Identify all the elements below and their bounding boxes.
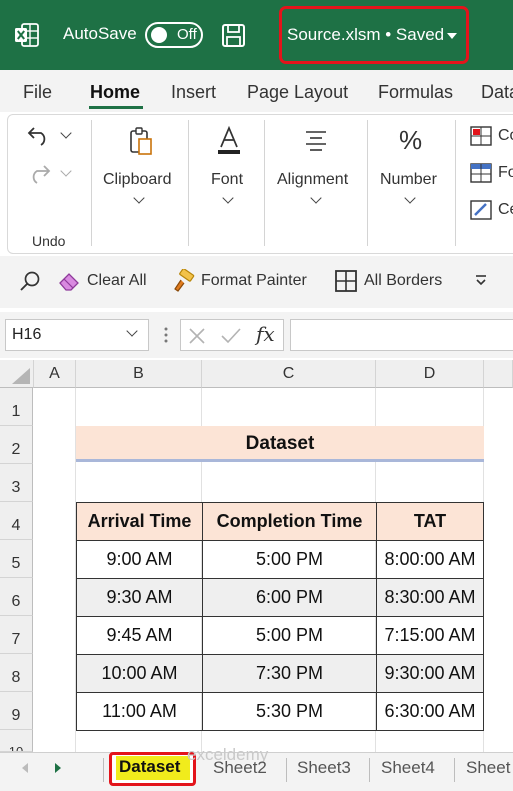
- cell-styles-icon[interactable]: [470, 200, 492, 220]
- file-name[interactable]: Source.xlsm • Saved: [287, 25, 444, 45]
- row-header-9[interactable]: 9: [0, 692, 33, 730]
- tab-page-layout[interactable]: Page Layout: [247, 82, 348, 103]
- row-header-10[interactable]: 10: [0, 730, 33, 752]
- row-header-8[interactable]: 8: [0, 654, 33, 692]
- row-header-4[interactable]: 4: [0, 502, 33, 540]
- table-cell[interactable]: 6:30:00 AM: [376, 692, 484, 731]
- tab-separator: [286, 758, 287, 782]
- conditional-formatting-label[interactable]: Co: [498, 127, 513, 145]
- clear-all-button[interactable]: Clear All: [87, 272, 147, 290]
- column-header-d[interactable]: D: [376, 360, 484, 388]
- table-cell[interactable]: 9:45 AM: [76, 616, 203, 655]
- ribbon-panel: [7, 114, 513, 254]
- row-header-5[interactable]: 5: [0, 540, 33, 578]
- cancel-icon[interactable]: [188, 327, 206, 345]
- sheet-tab-sheet5[interactable]: Sheet: [466, 758, 510, 778]
- enter-check-icon[interactable]: [220, 327, 242, 345]
- undo-group-label: Undo: [32, 233, 66, 249]
- row-header-1[interactable]: 1: [0, 388, 33, 426]
- table-cell[interactable]: 5:00 PM: [202, 540, 377, 579]
- number-label[interactable]: Number: [380, 171, 437, 189]
- table-cell[interactable]: 7:30 PM: [202, 654, 377, 693]
- tab-separator: [103, 758, 104, 782]
- autosave-state: Off: [177, 26, 197, 43]
- table-cell[interactable]: 9:30:00 AM: [376, 654, 484, 693]
- sheet-tab-sheet2[interactable]: Sheet2: [213, 758, 267, 778]
- table-header-tat[interactable]: TAT: [376, 502, 484, 541]
- alignment-label[interactable]: Alignment: [277, 171, 348, 189]
- table-cell[interactable]: 11:00 AM: [76, 692, 203, 731]
- alignment-icon[interactable]: [304, 129, 328, 151]
- table-cell[interactable]: 9:00 AM: [76, 540, 203, 579]
- tab-separator: [369, 758, 370, 782]
- format-as-table-icon[interactable]: [470, 163, 492, 183]
- table-cell[interactable]: 5:00 PM: [202, 616, 377, 655]
- tab-home[interactable]: Home: [90, 82, 140, 103]
- sheet-tab-sheet3[interactable]: Sheet3: [297, 758, 351, 778]
- table-header-completion[interactable]: Completion Time: [202, 502, 377, 541]
- customize-toolbar-icon[interactable]: [474, 274, 488, 288]
- drag-handle-icon[interactable]: [163, 325, 169, 345]
- table-cell[interactable]: 7:15:00 AM: [376, 616, 484, 655]
- tab-insert[interactable]: Insert: [171, 82, 216, 103]
- tab-file[interactable]: File: [23, 82, 52, 103]
- scroll-left-icon[interactable]: [20, 762, 30, 774]
- select-all-icon: [12, 368, 30, 384]
- chevron-down-icon[interactable]: [447, 33, 457, 39]
- table-cell[interactable]: 6:00 PM: [202, 578, 377, 617]
- conditional-formatting-icon[interactable]: [470, 126, 492, 146]
- column-header-e[interactable]: [484, 360, 513, 388]
- group-separator: [91, 120, 92, 246]
- table-cell[interactable]: 8:00:00 AM: [376, 540, 484, 579]
- column-header-b[interactable]: B: [76, 360, 202, 388]
- group-separator: [264, 120, 265, 246]
- dataset-title-cell[interactable]: Dataset: [76, 426, 484, 462]
- group-separator: [367, 120, 368, 246]
- sheet-tab-dataset[interactable]: Dataset: [119, 757, 180, 777]
- all-borders-icon[interactable]: [335, 270, 357, 292]
- scroll-right-icon[interactable]: [53, 762, 63, 774]
- cell-styles-label[interactable]: Ce: [498, 201, 513, 219]
- sheet-tab-sheet4[interactable]: Sheet4: [381, 758, 435, 778]
- select-all-corner[interactable]: [0, 360, 34, 388]
- excel-logo-icon: [15, 23, 39, 47]
- table-cell[interactable]: 5:30 PM: [202, 692, 377, 731]
- table-cell[interactable]: 9:30 AM: [76, 578, 203, 617]
- all-borders-button[interactable]: All Borders: [364, 272, 442, 290]
- active-tab-indicator: [89, 106, 143, 109]
- format-painter-icon[interactable]: [172, 269, 196, 293]
- row-header-2[interactable]: 2: [0, 426, 33, 464]
- tab-data[interactable]: Data: [481, 82, 513, 103]
- group-separator: [188, 120, 189, 246]
- row-header-3[interactable]: 3: [0, 464, 33, 502]
- tab-separator: [454, 758, 455, 782]
- autosave-label: AutoSave: [63, 24, 137, 43]
- clipboard-label[interactable]: Clipboard: [103, 171, 171, 189]
- percent-icon[interactable]: %: [399, 125, 422, 156]
- table-cell[interactable]: 8:30:00 AM: [376, 578, 484, 617]
- tab-formulas[interactable]: Formulas: [378, 82, 453, 103]
- redo-icon[interactable]: [26, 162, 52, 184]
- save-icon[interactable]: [221, 23, 246, 48]
- undo-icon[interactable]: [26, 124, 52, 146]
- format-as-table-label[interactable]: Fo: [498, 164, 513, 182]
- table-header-arrival[interactable]: Arrival Time: [76, 502, 203, 541]
- group-separator: [455, 120, 456, 246]
- formula-input[interactable]: [290, 319, 513, 351]
- column-header-a[interactable]: A: [34, 360, 76, 388]
- font-icon[interactable]: [216, 126, 242, 156]
- clipboard-icon[interactable]: [128, 126, 154, 156]
- insert-function-button[interactable]: fx: [256, 322, 275, 346]
- search-icon[interactable]: [19, 270, 41, 292]
- format-painter-button[interactable]: Format Painter: [201, 272, 307, 290]
- name-box-value: H16: [12, 326, 42, 343]
- autosave-toggle[interactable]: Off: [145, 22, 203, 48]
- font-label[interactable]: Font: [211, 171, 243, 189]
- column-header-c[interactable]: C: [202, 360, 376, 388]
- row-header-6[interactable]: 6: [0, 578, 33, 616]
- eraser-icon[interactable]: [58, 270, 82, 292]
- row-header-7[interactable]: 7: [0, 616, 33, 654]
- table-cell[interactable]: 10:00 AM: [76, 654, 203, 693]
- toggle-knob: [151, 27, 167, 43]
